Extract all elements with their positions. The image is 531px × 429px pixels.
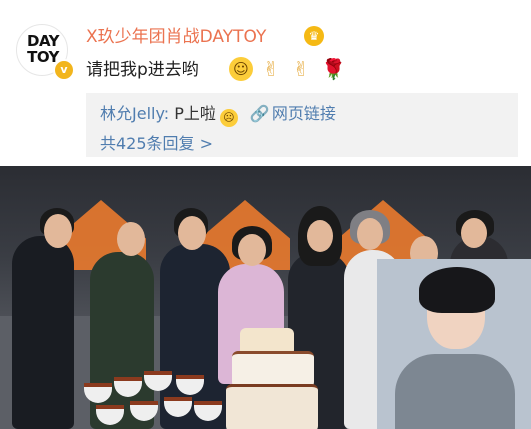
crown-icon: ♛ [304, 26, 324, 46]
reply-box: 林允Jelly: P上啦 ☹ 🔗 网页链接 共425条回复 > [86, 93, 518, 157]
person-face [238, 234, 266, 266]
verified-badge-icon: v [53, 59, 75, 81]
more-replies-link[interactable]: 共425条回复 > [100, 133, 213, 155]
person-face [44, 214, 72, 248]
user-avatar[interactable]: DAY TOY v [16, 24, 75, 81]
comment-text: 请把我p进去哟 [86, 60, 199, 80]
link-icon: 🔗 [249, 104, 270, 123]
username-link[interactable]: X玖少年团肖战DAYTOY [86, 26, 266, 48]
reply-text: P上啦 [174, 104, 216, 123]
person-face [117, 222, 145, 256]
bowl-shape [144, 371, 172, 391]
bowl-shape [96, 405, 124, 425]
crying-face-emoji-icon: ☹ [219, 109, 238, 127]
web-link[interactable]: 网页链接 [272, 104, 336, 123]
weibo-comment-card: DAY TOY v X玖少年团肖战DAYTOY ♛ 请把我p进去哟 ☺ ✌ ✌ … [0, 0, 531, 160]
victory-hand-emoji-icon: ✌ [262, 57, 280, 81]
bowl-shape [194, 401, 222, 421]
person-face [461, 218, 487, 248]
bowl-shape [114, 377, 142, 397]
reply-author-link[interactable]: 林允Jelly: [100, 104, 169, 123]
inset-hair [419, 267, 495, 313]
birthday-cake [232, 351, 314, 388]
avatar-logo-text: DAY [27, 32, 60, 50]
food-bowls [84, 371, 224, 429]
person-figure [12, 236, 74, 429]
photoshopped-inset-portrait [377, 259, 531, 429]
person-face [357, 218, 383, 250]
bowl-shape [164, 397, 192, 417]
smile-emoji-icon: ☺ [229, 57, 253, 81]
birthday-cake [226, 384, 318, 429]
bowl-shape [130, 401, 158, 421]
victory-hand-emoji-icon: ✌ [292, 57, 310, 81]
inset-body [395, 354, 515, 429]
bowl-shape [176, 375, 204, 395]
person-face [178, 216, 206, 250]
person-face [307, 220, 333, 252]
rose-emoji-icon: 🌹 [321, 57, 346, 81]
post-photo[interactable] [0, 166, 531, 429]
reply-line: 林允Jelly: P上啦 ☹ 🔗 网页链接 [100, 103, 336, 127]
bowl-shape [84, 383, 112, 403]
